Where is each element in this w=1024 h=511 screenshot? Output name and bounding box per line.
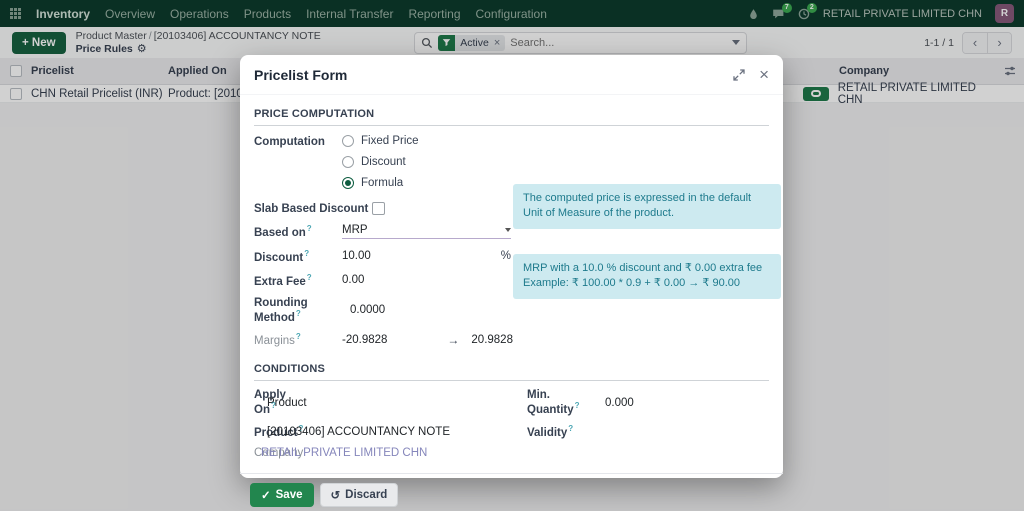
expand-icon[interactable]	[733, 68, 745, 81]
rounding-method-label: Rounding Method?	[254, 296, 308, 324]
modal-header: Pricelist Form ×	[240, 55, 783, 95]
formula-alert-line2: Example: ₹ 100.00 * 0.9 + ₹ 0.00 → ₹ 90.…	[523, 277, 740, 290]
radio-formula-control[interactable]	[342, 177, 354, 189]
based-on-caret-icon	[505, 228, 511, 232]
computation-radio-group: Fixed Price Discount Formula	[342, 135, 419, 189]
rounding-method-input[interactable]: 0.0000	[350, 304, 385, 316]
based-on-value: MRP	[342, 224, 368, 236]
section-title-price-computation: PRICE COMPUTATION	[254, 108, 769, 126]
margins-label: Margins?	[254, 332, 301, 348]
min-quantity-help-icon[interactable]: ?	[575, 401, 580, 410]
min-quantity-input[interactable]: 0.000	[605, 397, 634, 409]
based-on-select[interactable]: MRP	[342, 224, 511, 239]
radio-fixed-price[interactable]: Fixed Price	[342, 135, 419, 147]
uom-info-alert: The computed price is expressed in the d…	[513, 184, 781, 229]
discount-help-icon[interactable]: ?	[304, 249, 309, 258]
extra-fee-label: Extra Fee?	[254, 272, 312, 288]
modal-footer: ✓ Save ↺ Discard	[240, 472, 783, 511]
discard-button[interactable]: ↺ Discard	[319, 482, 399, 507]
company-value[interactable]: RETAIL PRIVATE LIMITED CHN	[261, 447, 427, 459]
formula-alert-line1: MRP with a 10.0 % discount and ₹ 0.00 ex…	[523, 262, 763, 274]
computation-label: Computation	[254, 136, 325, 148]
rounding-help-icon[interactable]: ?	[296, 309, 301, 318]
margins-help-icon[interactable]: ?	[296, 332, 301, 341]
margin-max-value: 20.9828	[471, 333, 513, 346]
min-quantity-label: Min. Quantity?	[527, 389, 580, 417]
extra-fee-input[interactable]: 0.00	[342, 274, 364, 286]
radio-discount-control[interactable]	[342, 156, 354, 168]
product-value[interactable]: [20103406] ACCOUNTANCY NOTE	[267, 426, 450, 438]
radio-formula[interactable]: Formula	[342, 177, 419, 189]
margin-min-value: -20.9828	[342, 333, 388, 346]
formula-info-alert: MRP with a 10.0 % discount and ₹ 0.00 ex…	[513, 254, 781, 299]
margin-arrow-icon: →	[447, 332, 460, 347]
apply-on-value[interactable]: Product	[267, 397, 307, 409]
section-title-conditions: CONDITIONS	[254, 363, 769, 382]
undo-icon: ↺	[330, 489, 341, 502]
check-icon: ✓	[261, 489, 271, 502]
slab-based-discount-label: Slab Based Discount	[254, 202, 369, 215]
based-on-help-icon[interactable]: ?	[307, 224, 312, 233]
discount-input[interactable]: 10.00	[342, 250, 371, 262]
radio-discount[interactable]: Discount	[342, 156, 419, 168]
slab-based-discount-checkbox[interactable]	[372, 202, 385, 215]
radio-fixed-price-control[interactable]	[342, 135, 354, 147]
save-button[interactable]: ✓ Save	[250, 482, 314, 507]
close-icon[interactable]: ×	[759, 66, 769, 83]
pricelist-form-modal: Pricelist Form × PRICE COMPUTATION Compu…	[240, 55, 783, 507]
modal-title: Pricelist Form	[254, 66, 348, 83]
validity-help-icon[interactable]: ?	[568, 424, 573, 433]
based-on-label: Based on?	[254, 224, 312, 239]
validity-label: Validity?	[527, 424, 574, 439]
discount-unit: %	[500, 250, 511, 263]
modal-body: PRICE COMPUTATION Computation Fixed Pric…	[240, 108, 783, 459]
discount-label: Discount?	[254, 249, 310, 264]
extra-fee-help-icon[interactable]: ?	[307, 273, 312, 282]
